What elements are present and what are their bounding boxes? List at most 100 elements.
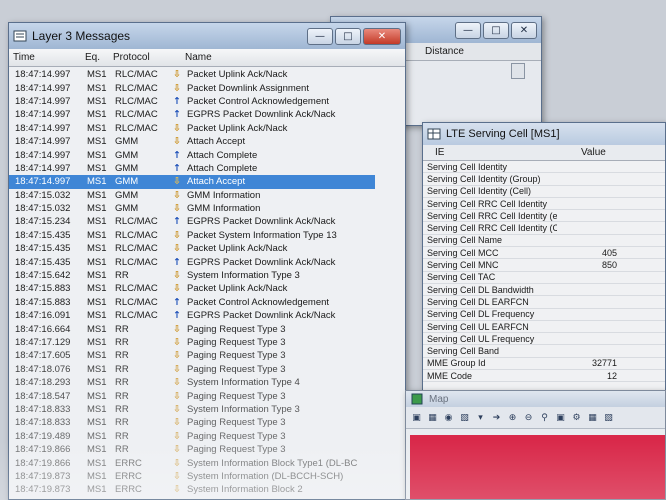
table-row[interactable]: 18:47:17.129 MS1 RR ⇩ Paging Request Type 3 xyxy=(9,336,405,349)
table-row[interactable]: 18:47:15.435 MS1 RLC/MAC ⇩ Packet System Inf… xyxy=(9,229,405,242)
ie-row[interactable]: Serving Cell MNC 850 xyxy=(423,259,665,272)
dropdown-arrow-icon[interactable]: ▾ xyxy=(474,411,487,424)
ie-row[interactable]: Serving Cell DL EARFCN xyxy=(423,296,665,309)
cell-eq: MS1 xyxy=(87,310,107,322)
table-row[interactable]: 18:47:14.997 MS1 RLC/MAC ↑ Packet Control Ac… xyxy=(9,95,405,108)
close-button[interactable]: ✕ xyxy=(511,21,537,39)
ie-row[interactable]: Serving Cell UL EARFCN xyxy=(423,321,665,334)
layers-icon[interactable]: ▦ xyxy=(426,411,439,424)
ie-row[interactable]: Serving Cell TAC xyxy=(423,272,665,284)
lte-ie-list[interactable]: Serving Cell Identity Serving Cell Identi… xyxy=(423,161,665,383)
ie-row[interactable]: Serving Cell UL Frequency xyxy=(423,333,665,346)
maximize-button[interactable]: □ xyxy=(335,27,361,45)
table-row[interactable]: 18:47:14.997 MS1 RLC/MAC ⇩ Packet Downlink A… xyxy=(9,81,405,94)
table-row[interactable]: 18:47:14.997 MS1 GMM ⇩ Attach Accept xyxy=(9,135,405,148)
table-row[interactable]: 18:47:14.997 MS1 GMM ↑ Attach Complete xyxy=(9,148,405,161)
zoom-out-icon[interactable]: ⊖ xyxy=(522,411,535,424)
table-row[interactable]: 18:47:18.833 MS1 RR ⇩ Paging Request Type 3 xyxy=(9,416,405,429)
map-canvas[interactable] xyxy=(410,435,665,499)
ie-row[interactable]: MME Group Id 32771 xyxy=(423,358,665,371)
settings-icon[interactable]: ⚙ xyxy=(570,411,583,424)
table-row[interactable]: 18:47:19.866 MS1 ERRC ⇩ System Information B… xyxy=(9,456,405,469)
ie-row[interactable]: Serving Cell Identity (Cell) xyxy=(423,186,665,198)
save-icon[interactable]: ▧ xyxy=(458,411,471,424)
ie-name: Serving Cell RRC Cell Identity (eNo... xyxy=(427,210,557,221)
ie-name: Serving Cell MCC xyxy=(427,247,499,258)
table-row[interactable]: 18:47:14.997 MS1 GMM ⇩ Attach Accept xyxy=(9,175,375,189)
cell-time: 18:47:16.091 xyxy=(15,310,71,322)
ie-name: Serving Cell MNC xyxy=(427,260,499,271)
ie-name: Serving Cell Identity (Group) xyxy=(427,173,541,184)
ie-row[interactable]: Serving Cell RRC Cell Identity xyxy=(423,198,665,211)
table-row[interactable]: 18:47:15.883 MS1 RLC/MAC ⇩ Packet Uplink Ack… xyxy=(9,282,405,295)
column-header-ie[interactable]: IE xyxy=(423,147,581,158)
layer3-titlebar[interactable]: Layer 3 Messages — □ ✕ xyxy=(9,23,405,49)
cell-name: EGPRS Packet Downlink Ack/Nack xyxy=(187,109,336,121)
pan-arrow-icon[interactable]: ➔ xyxy=(490,411,503,424)
table-row[interactable]: 18:47:15.435 MS1 RLC/MAC ⇩ Packet Uplink Ack… xyxy=(9,242,405,255)
open-folder-icon[interactable]: ▣ xyxy=(410,411,423,424)
ie-name: Serving Cell RRC Cell Identity (Cell) xyxy=(427,223,557,234)
scrollbar-thumb[interactable] xyxy=(511,63,525,79)
cell-name: Attach Accept xyxy=(187,176,246,188)
lte-titlebar[interactable]: LTE Serving Cell [MS1] xyxy=(423,123,665,145)
ie-row[interactable]: Serving Cell DL Bandwidth xyxy=(423,284,665,297)
table-row[interactable]: 18:47:15.032 MS1 GMM ⇩ GMM Information xyxy=(9,202,405,215)
table-row[interactable]: 18:47:18.076 MS1 RR ⇩ Paging Request Type 3 xyxy=(9,363,405,376)
cell-time: 18:47:18.547 xyxy=(15,390,71,402)
minimize-button[interactable]: — xyxy=(307,27,333,45)
table-row[interactable]: 18:47:19.873 MS1 ERRC ⇩ System Information B… xyxy=(9,483,405,496)
column-header-value[interactable]: Value xyxy=(581,147,606,158)
ie-row[interactable]: Serving Cell MCC 405 xyxy=(423,247,665,260)
cell-eq: MS1 xyxy=(87,149,107,161)
ie-row[interactable]: Serving Cell Identity xyxy=(423,161,665,174)
zoom-fit-icon[interactable]: ⚲ xyxy=(538,411,551,424)
table-row[interactable]: 18:47:18.547 MS1 RR ⇩ Paging Request Type 3 xyxy=(9,389,405,402)
zoom-area-icon[interactable]: ▣ xyxy=(554,411,567,424)
downlink-arrow-icon: ⇩ xyxy=(173,283,181,295)
table-row[interactable]: 18:47:17.605 MS1 RR ⇩ Paging Request Type 3 xyxy=(9,349,405,362)
ie-row[interactable]: MME Code 12 xyxy=(423,370,665,383)
downlink-arrow-icon: ⇩ xyxy=(173,136,181,148)
table-row[interactable]: 18:47:16.664 MS1 RR ⇩ Paging Request Type 3 xyxy=(9,322,405,335)
ie-row[interactable]: Serving Cell Name xyxy=(423,235,665,248)
ie-row[interactable]: Serving Cell DL Frequency xyxy=(423,309,665,321)
table-row[interactable]: 18:47:18.293 MS1 RR ⇩ System Information Typ… xyxy=(9,376,405,389)
column-header-protocol[interactable]: Protocol xyxy=(109,52,161,63)
grid-icon[interactable]: ▦ xyxy=(586,411,599,424)
table-row[interactable]: 18:47:19.489 MS1 RR ⇩ Paging Request Type 3 xyxy=(9,430,405,443)
cell-protocol: RLC/MAC xyxy=(115,216,158,228)
minimize-button[interactable]: — xyxy=(455,21,481,39)
cell-protocol: RLC/MAC xyxy=(115,69,158,81)
table-row[interactable]: 18:47:15.883 MS1 RLC/MAC ↑ Packet Control Ac… xyxy=(9,296,405,309)
table-row[interactable]: 18:47:14.997 MS1 RLC/MAC ↑ EGPRS Packet Down… xyxy=(9,108,405,121)
map-titlebar[interactable]: Map xyxy=(406,391,665,407)
maximize-button[interactable]: □ xyxy=(483,21,509,39)
column-header-name[interactable]: Name xyxy=(181,52,405,63)
globe-icon[interactable]: ◉ xyxy=(442,411,455,424)
layer3-message-list[interactable]: 18:47:14.997 MS1 RLC/MAC ⇩ Packet Uplink Ack… xyxy=(9,67,405,497)
table-row[interactable]: 18:47:15.435 MS1 RLC/MAC ↑ EGPRS Packet Down… xyxy=(9,255,405,268)
table-row[interactable]: 18:47:16.091 MS1 RLC/MAC ↑ EGPRS Packet Down… xyxy=(9,309,405,322)
zoom-in-icon[interactable]: ⊕ xyxy=(506,411,519,424)
table-row[interactable]: 18:47:14.997 MS1 RLC/MAC ⇩ Packet Uplink Ack… xyxy=(9,68,405,81)
table-row[interactable]: 18:47:15.234 MS1 RLC/MAC ↑ EGPRS Packet Down… xyxy=(9,215,405,228)
table-row[interactable]: 18:47:15.032 MS1 GMM ⇩ GMM Information xyxy=(9,189,405,202)
ie-row[interactable]: Serving Cell RRC Cell Identity (Cell) xyxy=(423,222,665,235)
close-button[interactable]: ✕ xyxy=(363,27,401,45)
ie-row[interactable]: Serving Cell Band xyxy=(423,345,665,358)
column-header-eq[interactable]: Eq. xyxy=(81,52,109,63)
ie-row[interactable]: Serving Cell Identity (Group) xyxy=(423,173,665,186)
table-row[interactable]: 18:47:19.873 MS1 ERRC ⇩ System Information (… xyxy=(9,470,405,483)
table-row[interactable]: 18:47:14.997 MS1 GMM ↑ Attach Complete xyxy=(9,162,405,175)
ie-row[interactable]: Serving Cell RRC Cell Identity (eNo... xyxy=(423,210,665,223)
cell-eq: MS1 xyxy=(87,203,107,215)
table-row[interactable]: 18:47:18.833 MS1 RR ⇩ System Information Typ… xyxy=(9,403,405,416)
table-row[interactable]: 18:47:15.642 MS1 RR ⇩ System Information Typ… xyxy=(9,269,405,282)
table-row[interactable]: 18:47:19.866 MS1 RR ⇩ Paging Request Type 3 xyxy=(9,443,405,456)
export-icon[interactable]: ▧ xyxy=(602,411,615,424)
column-header-time[interactable]: Time xyxy=(9,52,81,63)
table-row[interactable]: 18:47:14.997 MS1 RLC/MAC ⇩ Packet Uplink Ack… xyxy=(9,122,405,135)
cell-name: EGPRS Packet Downlink Ack/Nack xyxy=(187,216,336,228)
cell-name: System Information (DL-BCCH-SCH) xyxy=(187,470,344,482)
